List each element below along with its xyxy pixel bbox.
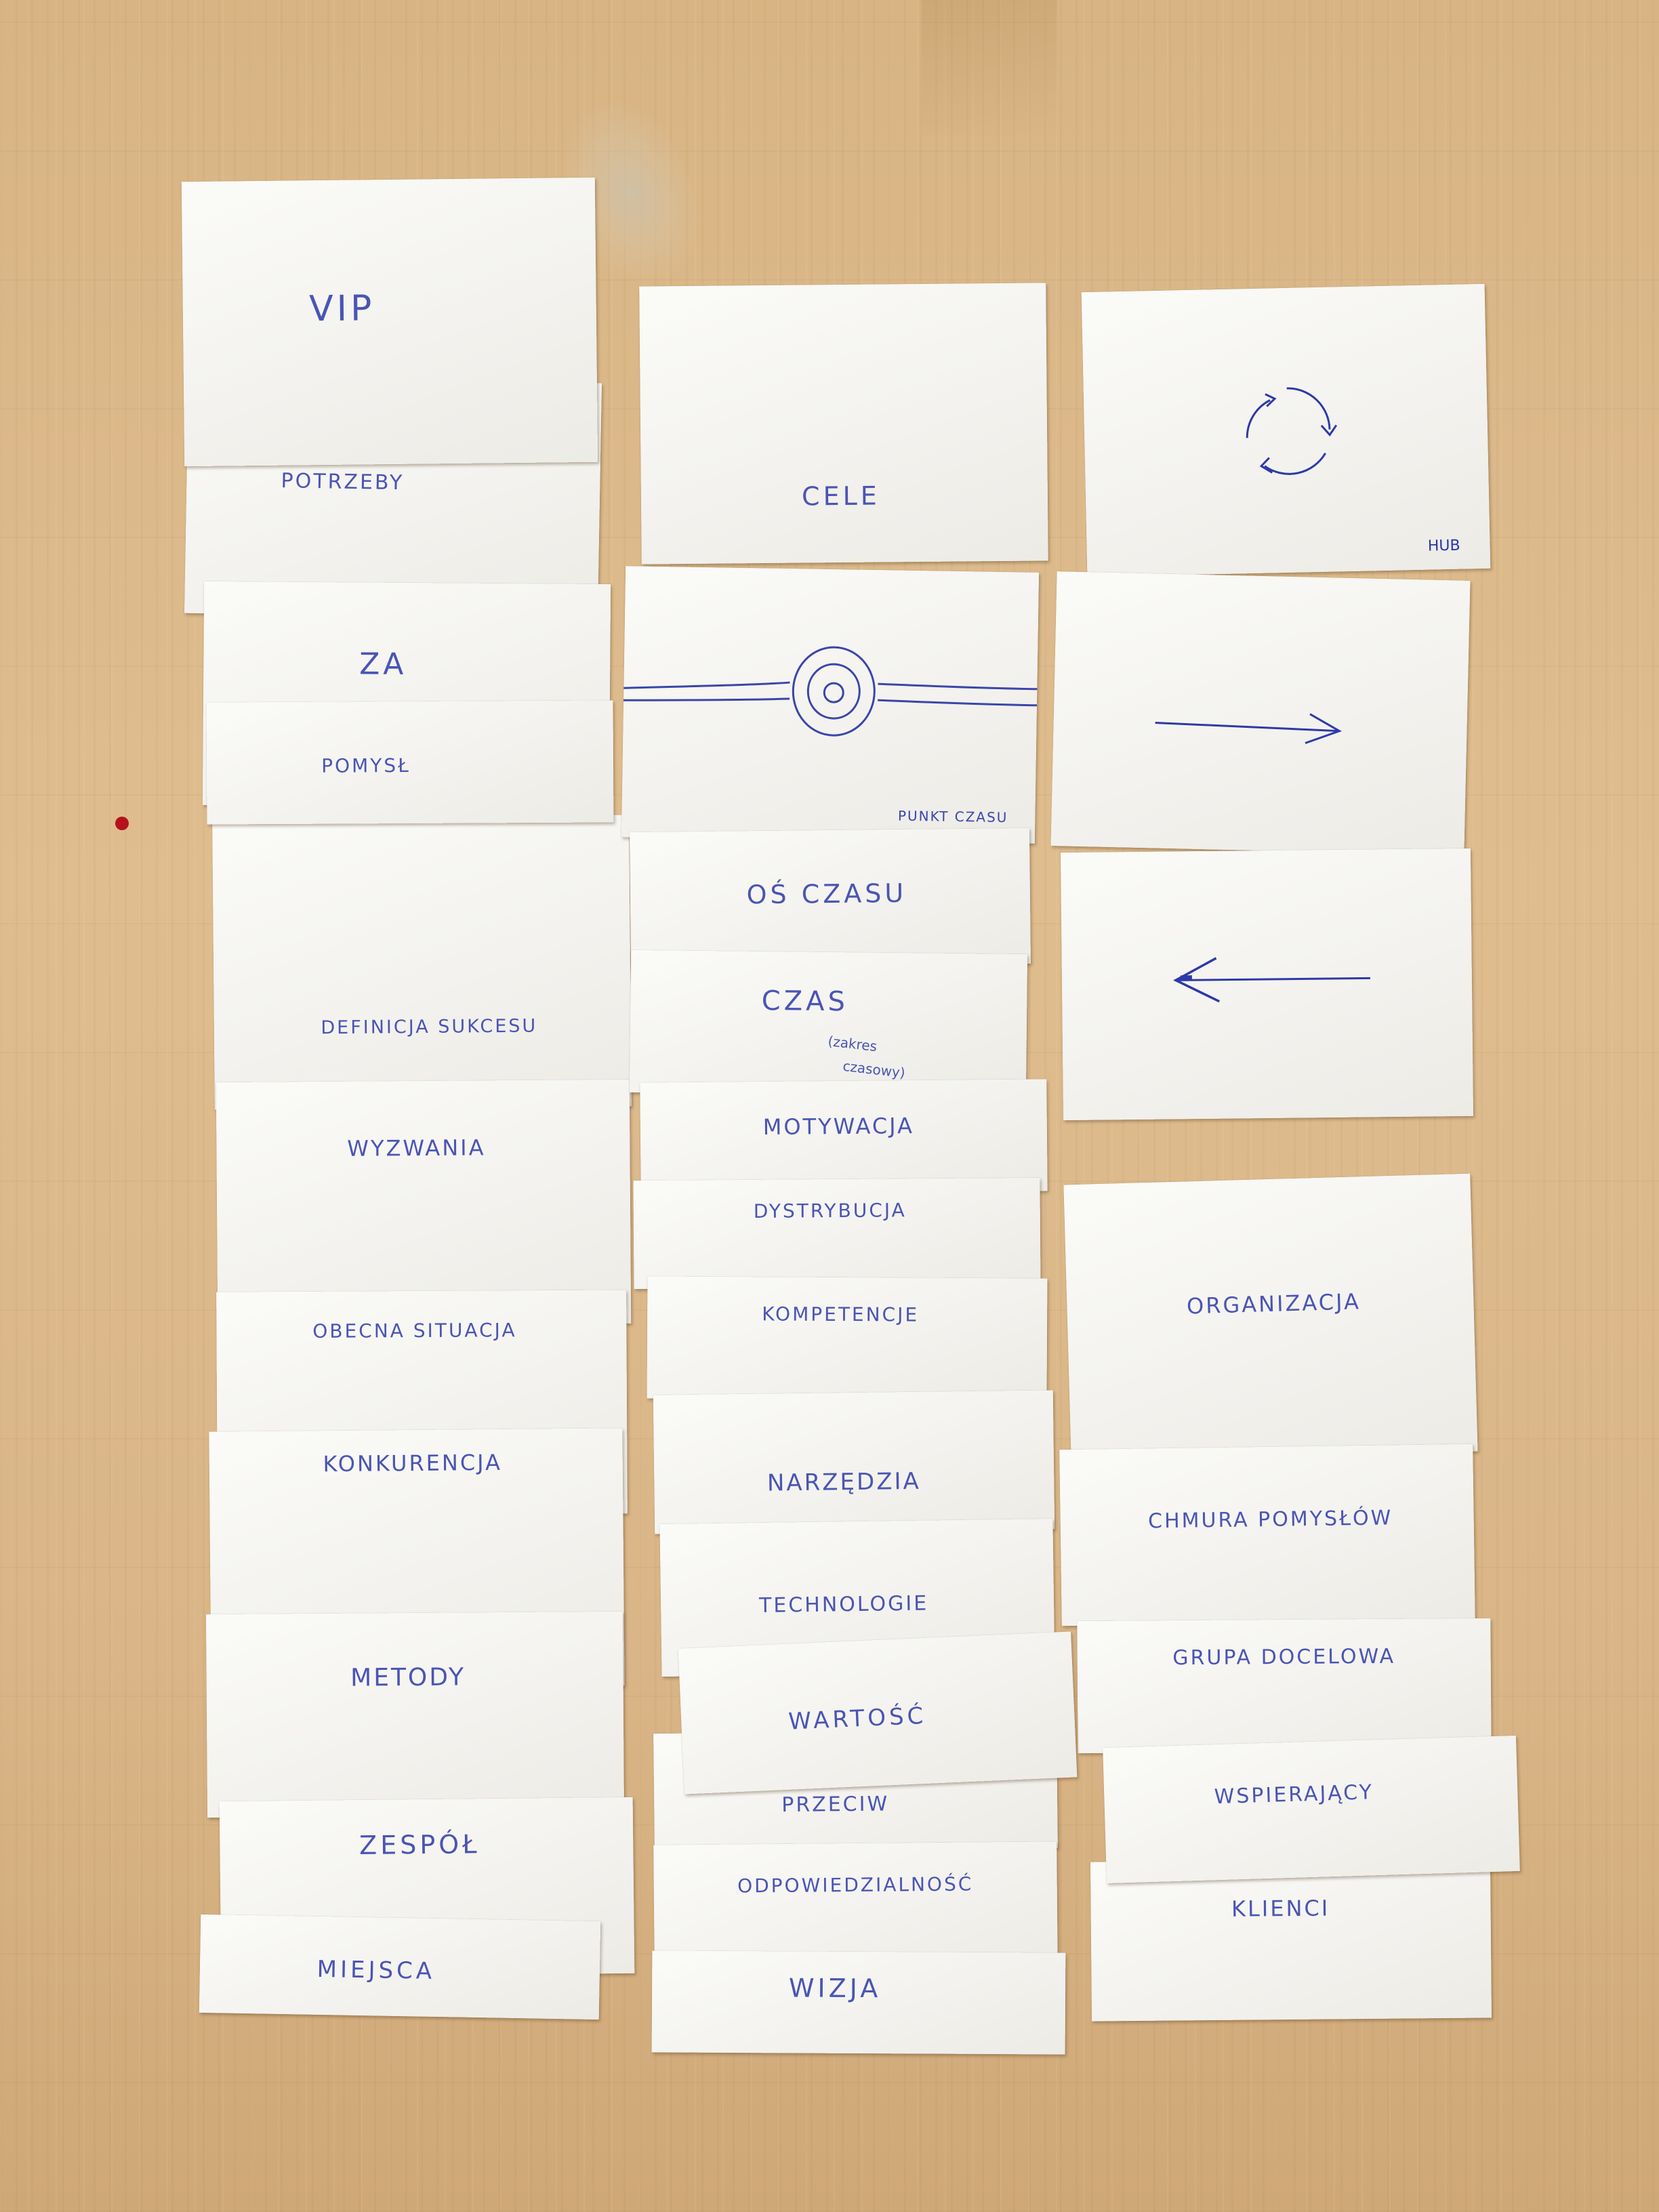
card-label: VIP	[308, 288, 375, 330]
card-label: POTRZEBY	[281, 469, 405, 495]
card-miejsca: MIEJSCA	[199, 1914, 601, 2020]
card-label: MIEJSCA	[316, 1955, 436, 1985]
card-grupa-docelowa: GRUPA DOCELOWA	[1077, 1618, 1492, 1754]
table-surface: VIP POTRZEBY ZA POMYSŁ DEFINICJA SUKCESU…	[0, 0, 1659, 2212]
card-kompetencje: KOMPETENCJE	[647, 1276, 1048, 1401]
card-punkt-czasu: PUNKT CZASU	[621, 566, 1040, 844]
card-label: PUNKT CZASU	[897, 807, 1008, 826]
card-label: POMYSŁ	[321, 754, 411, 777]
card-wyzwania: WYZWANIA	[216, 1079, 632, 1327]
card-label: OŚ CZASU	[746, 878, 907, 910]
card-label: METODY	[350, 1663, 466, 1692]
card-label: WYZWANIA	[347, 1134, 486, 1162]
card-definicja-sukcesu: DEFINICJA SUKCESU	[212, 815, 632, 1110]
card-metody: METODY	[205, 1611, 625, 1818]
card-vip: VIP	[181, 177, 598, 467]
timeline-point-icon	[623, 646, 1038, 737]
card-left-arrow	[1060, 848, 1474, 1121]
card-label: DYSTRYBUCJA	[753, 1199, 907, 1223]
card-label: DEFINICJA SUKCESU	[321, 1015, 538, 1039]
card-label: WSPIERAJĄCY	[1214, 1780, 1374, 1809]
card-wartosc: WARTOŚĆ	[678, 1631, 1078, 1795]
card-wizja: WIZJA	[651, 1950, 1066, 2055]
card-label: KLIENCI	[1231, 1895, 1330, 1922]
card-right-arrow	[1050, 571, 1471, 855]
card-label: TECHNOLOGIE	[758, 1591, 929, 1618]
card-czas: CZAS (zakres czasowy)	[629, 949, 1028, 1097]
card-motywacja: MOTYWACJA	[640, 1079, 1048, 1195]
card-label: CELE	[801, 480, 880, 512]
right-arrow-icon	[1155, 713, 1343, 744]
card-label: ODPOWIEDZIALNOŚĆ	[737, 1872, 974, 1898]
card-label: CZAS	[761, 985, 849, 1018]
card-label: ZESPÓŁ	[359, 1829, 480, 1861]
card-label: ORGANIZACJA	[1186, 1288, 1361, 1319]
left-arrow-icon	[1173, 957, 1370, 1003]
card-label: PRZECIW	[781, 1792, 890, 1818]
card-label: WIZJA	[788, 1973, 882, 2004]
card-label: WARTOŚĆ	[787, 1702, 928, 1736]
card-label: KOMPETENCJE	[762, 1303, 920, 1326]
card-cele: CELE	[639, 283, 1048, 565]
card-chmura-pomyslow: CHMURA POMYSŁÓW	[1059, 1443, 1475, 1626]
card-label: OBECNA SITUACJA	[312, 1319, 517, 1343]
wood-grain	[922, 0, 1057, 136]
card-klienci: KLIENCI	[1090, 1858, 1492, 2022]
card-label: ZA	[359, 647, 407, 682]
red-dot	[115, 817, 129, 830]
card-label: KONKURENCJA	[323, 1449, 503, 1477]
cycle-arrows-icon	[1246, 387, 1338, 475]
card-pomysl: POMYSŁ	[206, 700, 614, 825]
card-label: NARZĘDZIA	[766, 1467, 922, 1497]
card-label: GRUPA DOCELOWA	[1172, 1644, 1396, 1671]
card-note: (zakres czasowy)	[824, 1029, 909, 1084]
card-dystrybucja: DYSTRYBUCJA	[633, 1177, 1041, 1290]
card-hub: HUB	[1081, 283, 1491, 577]
card-organizacja: ORGANIZACJA	[1063, 1173, 1478, 1463]
card-label: MOTYWACJA	[762, 1113, 915, 1141]
card-narzedzia: NARZĘDZIA	[653, 1390, 1055, 1534]
card-wspierajacy: WSPIERAJĄCY	[1103, 1735, 1520, 1884]
card-label: CHMURA POMYSŁÓW	[1147, 1506, 1393, 1534]
card-os-czasu: OŚ CZASU	[629, 827, 1031, 968]
card-label: HUB	[1427, 537, 1460, 555]
